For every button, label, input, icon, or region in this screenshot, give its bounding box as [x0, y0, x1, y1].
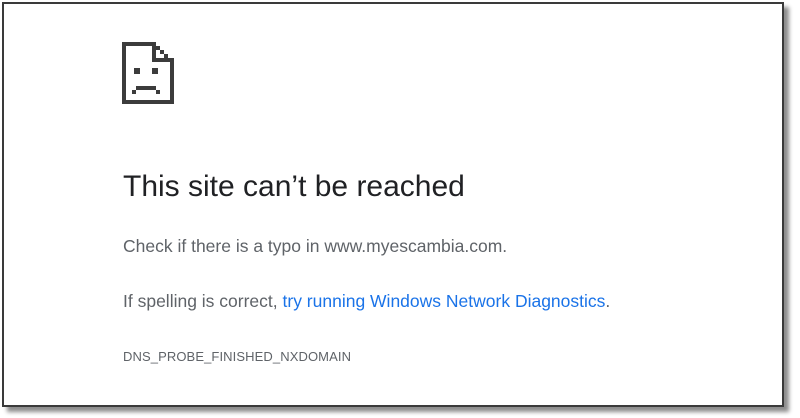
typo-hint: Check if there is a typo in www.myescamb… — [123, 236, 508, 256]
spelling-hint-suffix: . — [605, 291, 611, 311]
network-diagnostics-link[interactable]: try running Windows Network Diagnostics — [283, 291, 606, 311]
spelling-hint-prefix: If spelling is correct, — [123, 291, 283, 311]
spelling-hint: If spelling is correct, try running Wind… — [123, 291, 610, 312]
page-title: This site can’t be reached — [123, 170, 465, 203]
error-code: DNS_PROBE_FINISHED_NXDOMAIN — [123, 349, 352, 364]
error-page: This site can’t be reached Check if ther… — [2, 2, 784, 407]
sad-page-icon — [122, 42, 174, 104]
